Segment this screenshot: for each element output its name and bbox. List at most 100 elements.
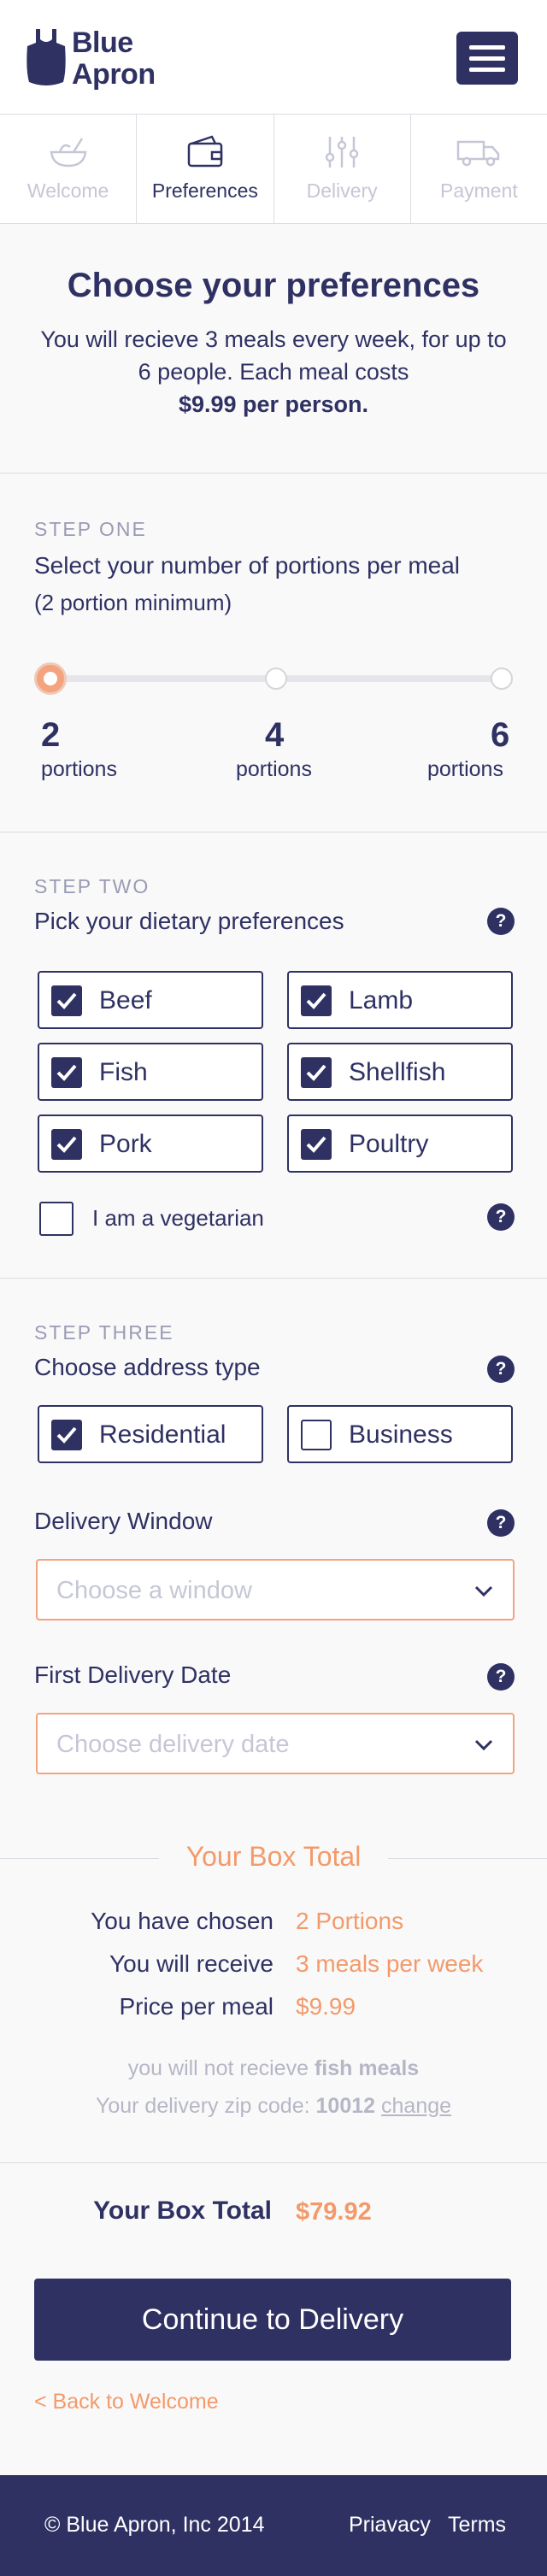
diet-option-beef[interactable]: Beef xyxy=(38,971,263,1029)
summary-label: You have chosen xyxy=(91,1908,274,1934)
terms-link[interactable]: Terms xyxy=(448,2513,506,2538)
exclusion-item: fish meals xyxy=(314,2056,420,2080)
chevron-down-icon xyxy=(474,1739,493,1751)
copyright: © Blue Apron, Inc 2014 xyxy=(44,2513,265,2537)
brand-name-line1: Blue xyxy=(72,26,133,59)
intro-price: $9.99 per person. xyxy=(178,391,369,417)
back-to-welcome-link[interactable]: < Back to Welcome xyxy=(34,2390,219,2414)
step-title: Choose address type xyxy=(34,1354,261,1380)
first-delivery-date-label: First Delivery Date xyxy=(34,1661,232,1688)
diet-option-fish[interactable]: Fish xyxy=(38,1043,263,1101)
delivery-window-select[interactable]: Choose a window xyxy=(36,1559,515,1620)
diet-option-poultry[interactable]: Poultry xyxy=(287,1115,513,1173)
step-label: STEP TWO xyxy=(34,875,150,897)
checkbox-checked-icon xyxy=(301,1057,332,1088)
step-subtitle: (2 portion minimum) xyxy=(34,590,232,615)
vegetarian-label[interactable]: I am a vegetarian xyxy=(92,1205,264,1232)
diet-option-label: Shellfish xyxy=(349,1058,446,1086)
change-zip-link[interactable]: change xyxy=(381,2094,451,2118)
help-icon[interactable]: ? xyxy=(487,1356,515,1383)
address-type-label: Business xyxy=(349,1420,453,1449)
checkbox-checked-icon xyxy=(51,1420,82,1450)
summary-label: Price per meal xyxy=(119,1993,274,2020)
wallet-icon xyxy=(187,135,223,168)
diet-option-lamb[interactable]: Lamb xyxy=(287,971,513,1029)
chevron-down-icon xyxy=(474,1585,493,1597)
help-icon[interactable]: ? xyxy=(487,1203,515,1231)
checkbox-checked-icon xyxy=(51,985,82,1016)
tab-preferences[interactable]: Preferences xyxy=(137,115,274,223)
tab-label: Welcome xyxy=(26,179,109,202)
sliders-icon xyxy=(325,137,359,168)
divider xyxy=(0,2162,547,2163)
exclusion-prefix: you will not recieve xyxy=(127,2056,309,2080)
tab-payment[interactable]: Payment xyxy=(411,115,547,223)
tab-delivery[interactable]: Delivery xyxy=(274,115,411,223)
step-title: Pick your dietary preferences xyxy=(34,908,344,934)
step-title: Select your number of portions per meal xyxy=(34,552,461,579)
portion-option-number[interactable]: 4 xyxy=(265,716,284,755)
diet-option-label: Poultry xyxy=(349,1130,429,1158)
progress-tabs: Welcome Preferences Delivery Payment xyxy=(0,115,547,224)
brand-logo[interactable]: Blue Apron xyxy=(26,26,171,91)
bowl-icon xyxy=(50,138,87,168)
page-title: Choose your preferences xyxy=(67,267,480,304)
site-footer: © Blue Apron, Inc 2014 Priavacy Terms xyxy=(0,2475,547,2576)
step-label: STEP ONE xyxy=(34,518,147,540)
select-placeholder: Choose delivery date xyxy=(56,1731,290,1758)
zip-prefix: Your delivery zip code: xyxy=(95,2094,310,2118)
menu-icon-bar xyxy=(469,56,505,61)
diet-option-label: Beef xyxy=(99,986,152,1015)
intro-section: Choose your preferences You will recieve… xyxy=(0,224,547,473)
address-type-business[interactable]: Business xyxy=(287,1405,513,1463)
menu-icon-bar xyxy=(469,45,505,50)
diet-option-label: Pork xyxy=(99,1130,152,1158)
zip-value: 10012 xyxy=(315,2094,376,2118)
portions-slider-stop[interactable] xyxy=(491,668,513,690)
tab-label: Payment xyxy=(439,179,518,202)
checkbox-checked-icon xyxy=(51,1129,82,1160)
summary-label: You will receive xyxy=(109,1950,274,1977)
help-icon[interactable]: ? xyxy=(487,908,515,935)
summary-value: $9.99 xyxy=(296,1993,356,2020)
diet-option-label: Fish xyxy=(99,1058,148,1086)
tab-welcome[interactable]: Welcome xyxy=(0,115,138,223)
help-icon[interactable]: ? xyxy=(487,1509,515,1537)
box-total-heading: Your Box Total xyxy=(185,1841,362,1872)
tab-label: Preferences xyxy=(151,179,258,202)
apron-icon xyxy=(26,29,66,85)
summary-value: 3 meals per week xyxy=(296,1950,484,1977)
diet-option-shellfish[interactable]: Shellfish xyxy=(287,1043,513,1101)
select-placeholder: Choose a window xyxy=(56,1577,252,1604)
checkbox-checked-icon xyxy=(51,1057,82,1088)
portions-slider-handle[interactable] xyxy=(34,662,67,695)
intro-text: You will recieve 3 meals every week, for… xyxy=(34,323,513,421)
exclusion-note: you will not recieve fish meals xyxy=(0,2056,547,2081)
site-header: Blue Apron xyxy=(0,0,547,115)
vegetarian-checkbox[interactable] xyxy=(39,1202,74,1236)
continue-to-delivery-button[interactable]: Continue to Delivery xyxy=(34,2279,511,2361)
tab-label: Delivery xyxy=(306,179,378,202)
menu-icon-bar xyxy=(469,68,505,72)
portions-slider-stop[interactable] xyxy=(265,668,287,690)
box-total-label: Your Box Total xyxy=(93,2197,272,2225)
address-type-residential[interactable]: Residential xyxy=(38,1405,263,1463)
checkbox-unchecked-icon xyxy=(301,1420,332,1450)
step-label: STEP THREE xyxy=(34,1321,174,1344)
portion-option-unit: portions xyxy=(41,757,117,781)
delivery-window-label: Delivery Window xyxy=(34,1508,213,1534)
first-delivery-date-select[interactable]: Choose delivery date xyxy=(36,1713,515,1774)
box-total-value: $79.92 xyxy=(296,2198,372,2226)
address-type-label: Residential xyxy=(99,1420,226,1449)
portion-option-unit: portions xyxy=(427,757,503,781)
zip-note: Your delivery zip code: 10012 change xyxy=(0,2094,547,2119)
checkbox-checked-icon xyxy=(301,985,332,1016)
privacy-link[interactable]: Priavacy xyxy=(349,2513,431,2538)
hamburger-menu-button[interactable] xyxy=(456,32,518,85)
diet-option-pork[interactable]: Pork xyxy=(38,1115,263,1173)
portion-option-number[interactable]: 6 xyxy=(491,716,509,755)
help-icon[interactable]: ? xyxy=(487,1663,515,1691)
checkbox-checked-icon xyxy=(301,1129,332,1160)
intro-body: You will recieve 3 meals every week, for… xyxy=(40,326,507,385)
portion-option-number[interactable]: 2 xyxy=(41,716,60,755)
